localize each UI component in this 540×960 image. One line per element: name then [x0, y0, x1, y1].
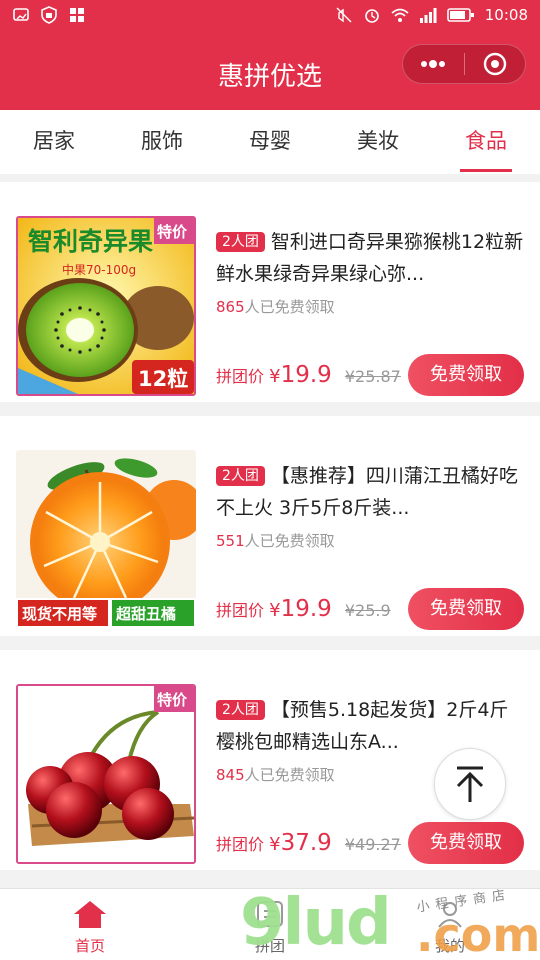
claimed-number: 865	[216, 298, 245, 316]
mini-program-capsule	[402, 44, 526, 84]
tangerine-image: 现货不用等 超甜丑橘	[16, 450, 196, 630]
image-sub: 中果70-100g	[62, 262, 136, 277]
claimed-count: 551人已免费领取	[216, 530, 335, 551]
tab-food[interactable]: 食品	[432, 110, 540, 174]
team-badge: 2人团	[216, 232, 265, 252]
image-badge-right: 超甜丑橘	[115, 605, 176, 623]
claimed-number: 551	[216, 532, 245, 550]
team-badge: 2人团	[216, 466, 265, 486]
mute-icon	[336, 7, 352, 23]
claimed-number: 845	[216, 766, 245, 784]
group-price: 19.9	[280, 362, 332, 388]
battery-icon	[446, 8, 474, 22]
claimed-text: 人已免费领取	[244, 766, 335, 784]
signal-icon	[419, 8, 437, 23]
tab-home-goods[interactable]: 居家	[0, 110, 108, 174]
back-to-top-button[interactable]	[434, 748, 506, 820]
image-count: 12粒	[138, 367, 188, 391]
alarm-icon	[364, 9, 379, 23]
claimed-count: 845人已免费领取	[216, 764, 335, 785]
price-label: 拼团价	[216, 835, 265, 854]
apps-icon	[70, 8, 84, 22]
kiwi-image: 智利奇异果 中果70-100g 特价 12粒	[18, 218, 194, 394]
price-row: 拼团价 ¥37.9 ¥49.27	[216, 830, 401, 856]
claim-button[interactable]: 免费领取	[408, 354, 524, 396]
product-title[interactable]: 2人团 【惠推荐】四川蒲江丑橘好吃不上火 3斤5斤8斤装...	[216, 460, 526, 524]
tabbar-home[interactable]: 首页	[0, 889, 180, 960]
currency-symbol: ¥	[269, 600, 281, 621]
close-mini-program-button[interactable]	[465, 45, 526, 83]
clock-text: 10:08	[484, 6, 528, 24]
original-price: ¥49.27	[344, 835, 401, 854]
more-button[interactable]	[403, 45, 464, 83]
price-row: 拼团价 ¥19.9 ¥25.9	[216, 596, 391, 622]
home-icon	[74, 901, 106, 928]
shield-icon	[41, 6, 57, 24]
claimed-count: 865人已免费领取	[216, 296, 335, 317]
category-tabs: 居家 服饰 母婴 美妆 食品	[0, 110, 540, 174]
tab-beauty[interactable]: 美妆	[324, 110, 432, 174]
watermark-main: 9lud	[240, 886, 392, 960]
tab-apparel[interactable]: 服饰	[108, 110, 216, 174]
image-sale-tag: 特价	[157, 223, 188, 241]
watermark-sub: .com	[416, 908, 540, 960]
product-image-cherry[interactable]: 特价	[16, 684, 196, 864]
tabbar-label: 首页	[74, 937, 105, 955]
currency-symbol: ¥	[269, 366, 281, 387]
wifi-icon	[391, 8, 409, 22]
price-label: 拼团价	[216, 367, 265, 386]
cherry-image: 特价	[18, 686, 194, 862]
product-image-kiwi[interactable]: 智利奇异果 中果70-100g 特价 12粒	[16, 216, 196, 396]
claim-button[interactable]: 免费领取	[408, 588, 524, 630]
tab-baby[interactable]: 母婴	[216, 110, 324, 174]
product-card[interactable]: 智利奇异果 中果70-100g 特价 12粒 2人团 智利进口奇异果猕猴桃12粒新…	[0, 182, 540, 402]
product-card[interactable]: 现货不用等 超甜丑橘 2人团 【惠推荐】四川蒲江丑橘好吃不上火 3斤5斤8斤装..…	[0, 416, 540, 636]
status-bar: 10:08	[0, 0, 540, 32]
claimed-text: 人已免费领取	[244, 532, 335, 550]
product-title[interactable]: 2人团 智利进口奇异果猕猴桃12粒新鲜水果绿奇异果绿心弥...	[216, 226, 526, 290]
notification-icon	[13, 8, 29, 21]
image-headline: 智利奇异果	[28, 227, 153, 256]
app-header: 惠拼优选	[0, 32, 540, 110]
currency-symbol: ¥	[269, 834, 281, 855]
group-price: 19.9	[280, 596, 332, 622]
price-row: 拼团价 ¥19.9 ¥25.87	[216, 362, 401, 388]
team-badge: 2人团	[216, 700, 265, 720]
more-dots-icon	[421, 60, 446, 68]
claimed-text: 人已免费领取	[244, 298, 335, 316]
target-icon	[483, 52, 506, 76]
claim-button[interactable]: 免费领取	[408, 822, 524, 864]
product-image-tangerine[interactable]: 现货不用等 超甜丑橘	[16, 450, 196, 630]
original-price: ¥25.9	[344, 601, 391, 620]
price-label: 拼团价	[216, 601, 265, 620]
arrow-up-icon	[456, 766, 484, 802]
original-price: ¥25.87	[344, 367, 401, 386]
image-sale-tag: 特价	[157, 691, 188, 709]
group-price: 37.9	[280, 830, 332, 856]
image-badge-left: 现货不用等	[22, 605, 97, 623]
